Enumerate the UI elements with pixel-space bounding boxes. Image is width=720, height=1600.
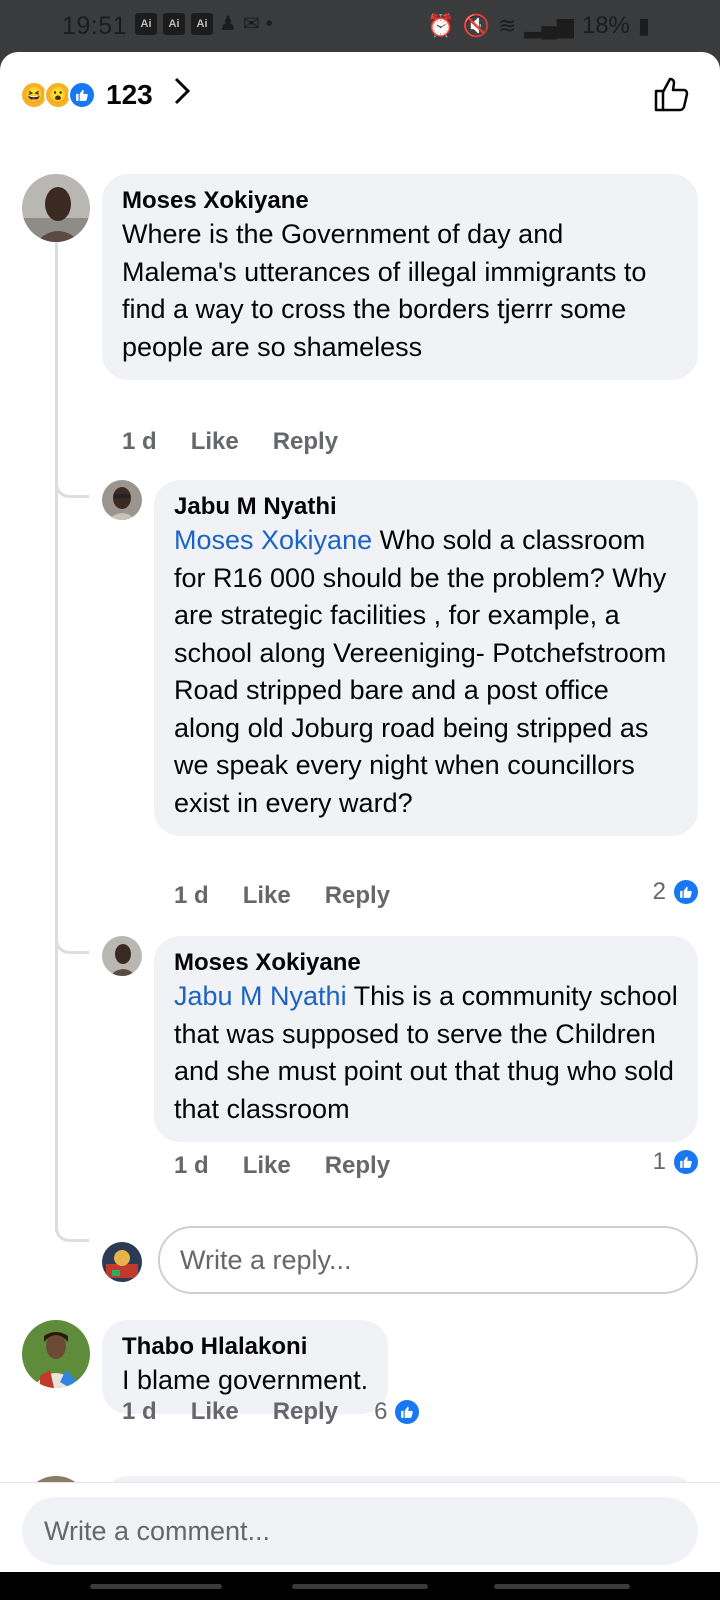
- avatar[interactable]: [22, 1320, 90, 1388]
- user-avatar: [102, 1242, 142, 1282]
- reply-link[interactable]: Reply: [325, 882, 390, 910]
- ai-badge-icon: Ai: [191, 13, 213, 35]
- reply-like-count[interactable]: 1: [653, 1148, 700, 1176]
- avatar[interactable]: [102, 480, 142, 520]
- battery-icon: ▮: [637, 13, 650, 38]
- ai-badge-icon: Ai: [163, 13, 185, 35]
- comment-age[interactable]: 1 d: [122, 428, 157, 456]
- mention-link[interactable]: Jabu M Nyathi: [174, 981, 347, 1011]
- comment-placeholder: Write a comment...: [44, 1515, 271, 1546]
- status-time: 19:51: [62, 12, 128, 40]
- home-button[interactable]: [292, 1584, 428, 1589]
- recent-apps-button[interactable]: [90, 1584, 222, 1589]
- thread-line: [55, 242, 58, 1232]
- system-icons: ⏰ 🔇 ≋ ▂▄▆ 18% ▮: [427, 12, 650, 40]
- app-notification-icon: ♟: [219, 13, 237, 35]
- reply-placeholder: Write a reply...: [180, 1244, 352, 1275]
- reply-input[interactable]: Write a reply...: [158, 1226, 698, 1294]
- ai-badge-icon: Ai: [135, 13, 157, 35]
- comment-actions: 1 d Like Reply: [122, 428, 338, 456]
- reply-body: Who sold a classroom for R16 000 should …: [174, 525, 667, 818]
- wifi-icon: ≋: [497, 13, 517, 38]
- avatar[interactable]: [102, 936, 142, 976]
- reactions-summary[interactable]: 😆 😮 123: [20, 76, 191, 114]
- comment-composer: Write a comment...: [0, 1482, 720, 1572]
- signal-icon: ▂▄▆: [524, 13, 574, 38]
- comment-actions: 1 d Like Reply 6: [122, 1398, 422, 1426]
- like-icon: [672, 878, 700, 906]
- mention-link[interactable]: Moses Xokiyane: [174, 525, 372, 555]
- reaction-count: 123: [106, 79, 153, 110]
- reply-author[interactable]: Jabu M Nyathi: [174, 492, 678, 522]
- reply-author[interactable]: Moses Xokiyane: [174, 948, 678, 978]
- like-link[interactable]: Like: [191, 1398, 239, 1426]
- thread-branch: [55, 1222, 89, 1242]
- reply-link[interactable]: Reply: [325, 1152, 390, 1180]
- reply-like-count[interactable]: 2: [653, 878, 700, 906]
- reply-text: Jabu M Nyathi This is a community school…: [174, 978, 678, 1128]
- reply-text: Moses Xokiyane Who sold a classroom for …: [174, 522, 678, 822]
- comment-age[interactable]: 1 d: [122, 1398, 157, 1426]
- comment-text: Where is the Government of day and Malem…: [122, 219, 647, 362]
- comment-bubble[interactable]: Moses Xokiyane Where is the Government o…: [102, 174, 698, 380]
- like-link[interactable]: Like: [243, 1152, 291, 1180]
- avatar[interactable]: [22, 174, 90, 242]
- comment-like-count[interactable]: 6: [374, 1398, 422, 1426]
- like-icon: [672, 1148, 700, 1176]
- reply-link[interactable]: Reply: [273, 428, 338, 456]
- battery-label: 18%: [581, 12, 630, 39]
- reply-bubble[interactable]: Moses Xokiyane Jabu M Nyathi This is a c…: [154, 936, 698, 1142]
- gmail-icon: ✉: [242, 13, 260, 35]
- like-count: 6: [374, 1398, 388, 1425]
- like-button-icon[interactable]: [652, 74, 692, 114]
- alarm-icon: ⏰: [427, 13, 455, 38]
- comment-text: I blame government.: [122, 1365, 369, 1395]
- reply-actions: 1 d Like Reply: [174, 882, 390, 910]
- like-count: 2: [652, 878, 666, 905]
- reply-link[interactable]: Reply: [273, 1398, 338, 1426]
- back-button[interactable]: [494, 1584, 630, 1589]
- comment-author[interactable]: Thabo Hlalakoni: [122, 1332, 368, 1362]
- like-link[interactable]: Like: [191, 428, 239, 456]
- reply-actions: 1 d Like Reply: [174, 1152, 390, 1180]
- system-navigation-bar: [0, 1572, 720, 1600]
- comments-sheet: 😆 😮 123 Moses Xokiyane Where is the Gove…: [0, 52, 720, 1572]
- more-dot-icon: •: [265, 13, 273, 35]
- thread-branch: [55, 934, 89, 954]
- comment-author[interactable]: Moses Xokiyane: [122, 186, 678, 216]
- comment-input[interactable]: Write a comment...: [22, 1497, 698, 1565]
- reply-age[interactable]: 1 d: [174, 1152, 209, 1180]
- like-count: 1: [652, 1148, 666, 1175]
- status-bar: 19:51 Ai Ai Ai ♟ ✉ • ⏰ 🔇 ≋ ▂▄▆ 18% ▮: [0, 0, 720, 52]
- notification-icons: Ai Ai Ai ♟ ✉ •: [135, 13, 273, 35]
- like-icon: [393, 1398, 422, 1426]
- chevron-right-icon: [173, 76, 191, 114]
- mute-icon: 🔇: [462, 13, 490, 38]
- like-icon: [68, 81, 96, 109]
- thread-branch: [55, 478, 89, 498]
- reply-age[interactable]: 1 d: [174, 882, 209, 910]
- reply-bubble[interactable]: Jabu M Nyathi Moses Xokiyane Who sold a …: [154, 480, 698, 836]
- like-link[interactable]: Like: [243, 882, 291, 910]
